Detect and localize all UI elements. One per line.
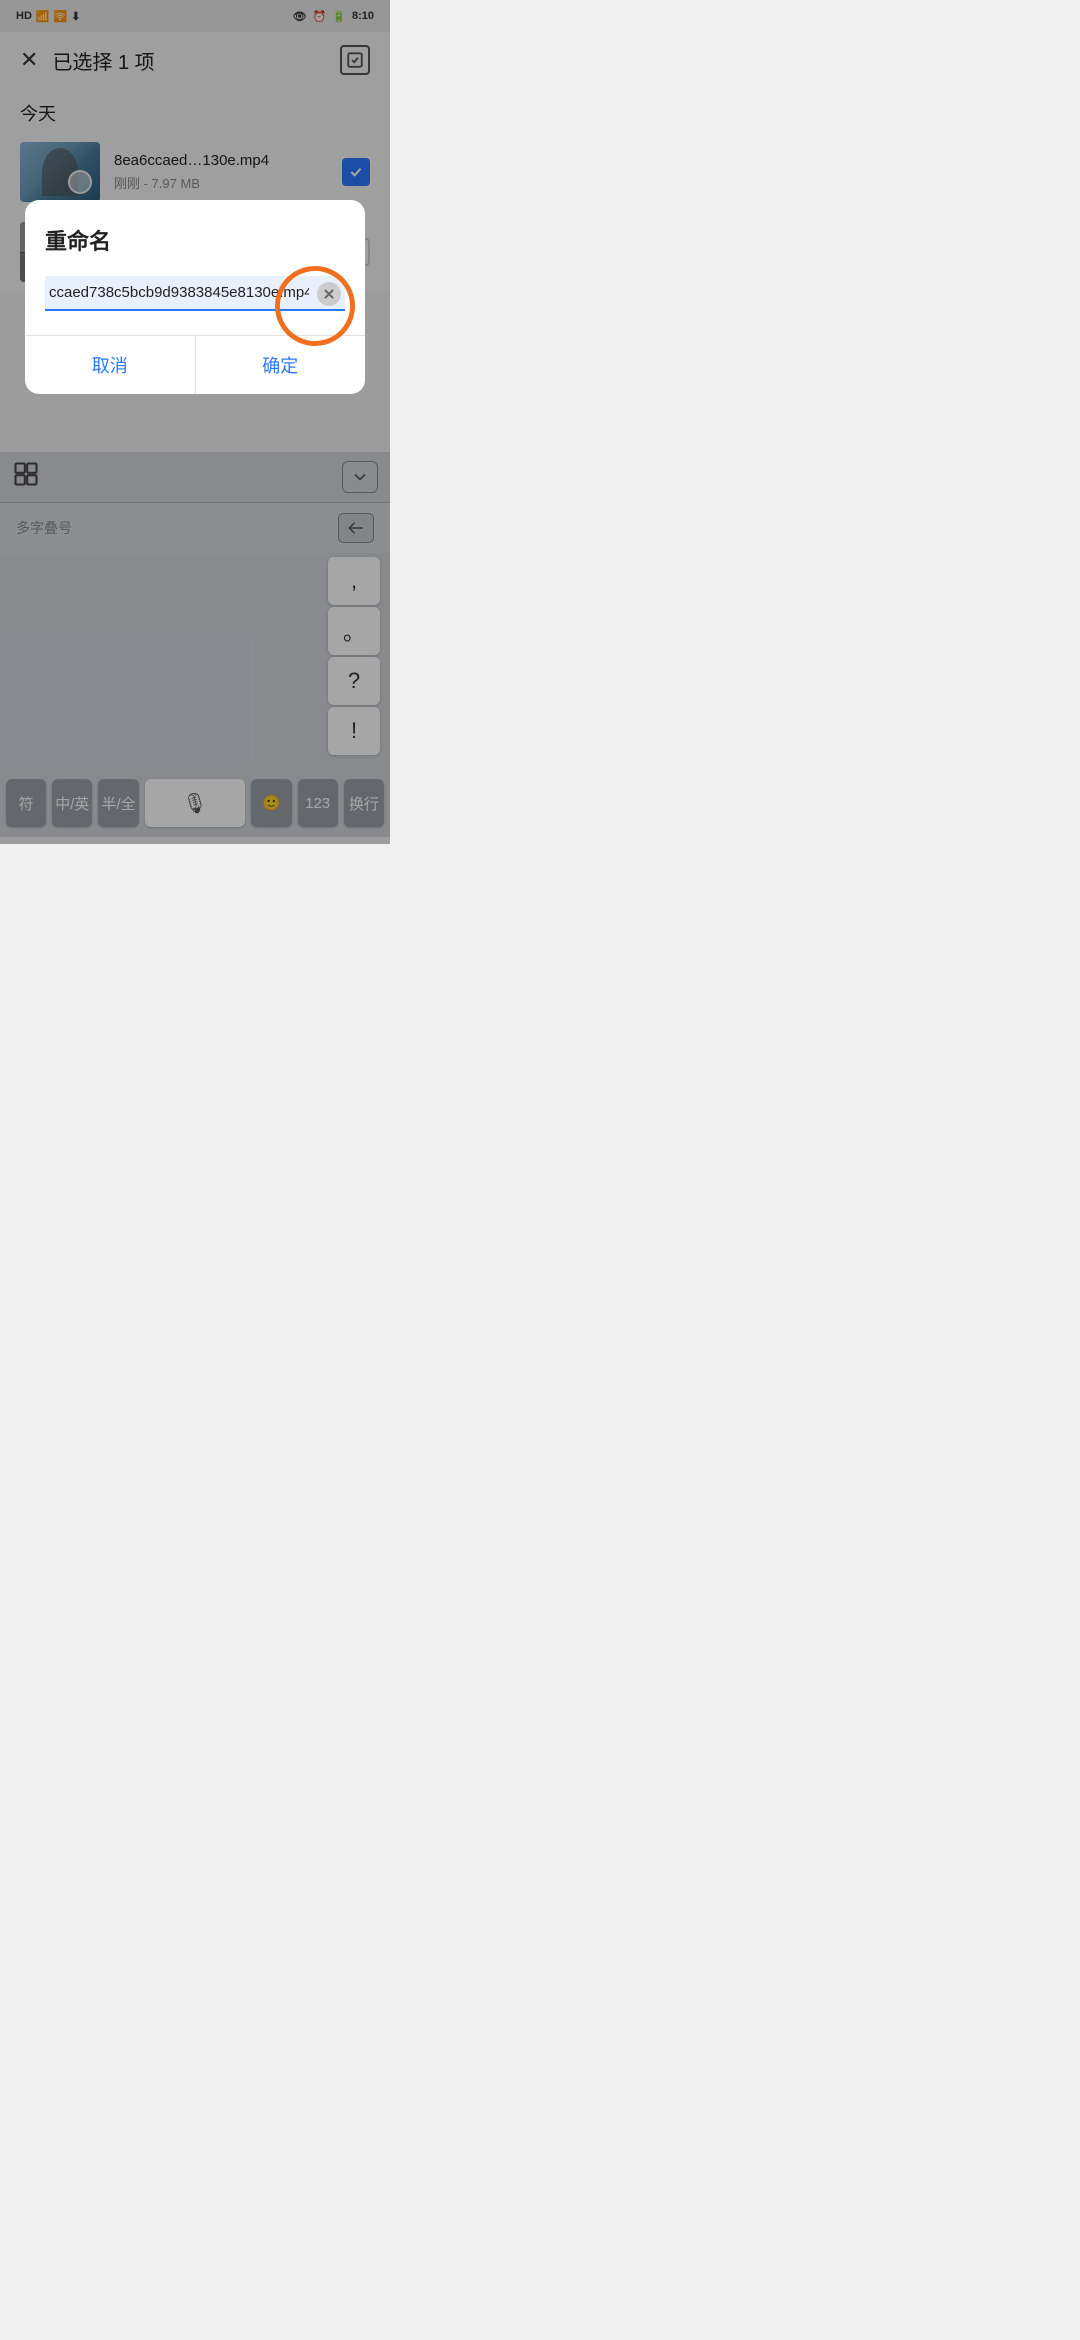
rename-dialog: 重命名 取消 确定 [25,200,365,394]
cancel-button[interactable]: 取消 [25,336,196,394]
clear-input-button[interactable] [317,282,341,306]
dialog-overlay: 重命名 取消 确定 [0,0,390,844]
confirm-button[interactable]: 确定 [196,336,366,394]
dialog-buttons: 取消 确定 [25,335,365,394]
dialog-input-container [45,276,345,311]
dialog-title: 重命名 [45,224,345,256]
rename-input[interactable] [45,276,345,311]
